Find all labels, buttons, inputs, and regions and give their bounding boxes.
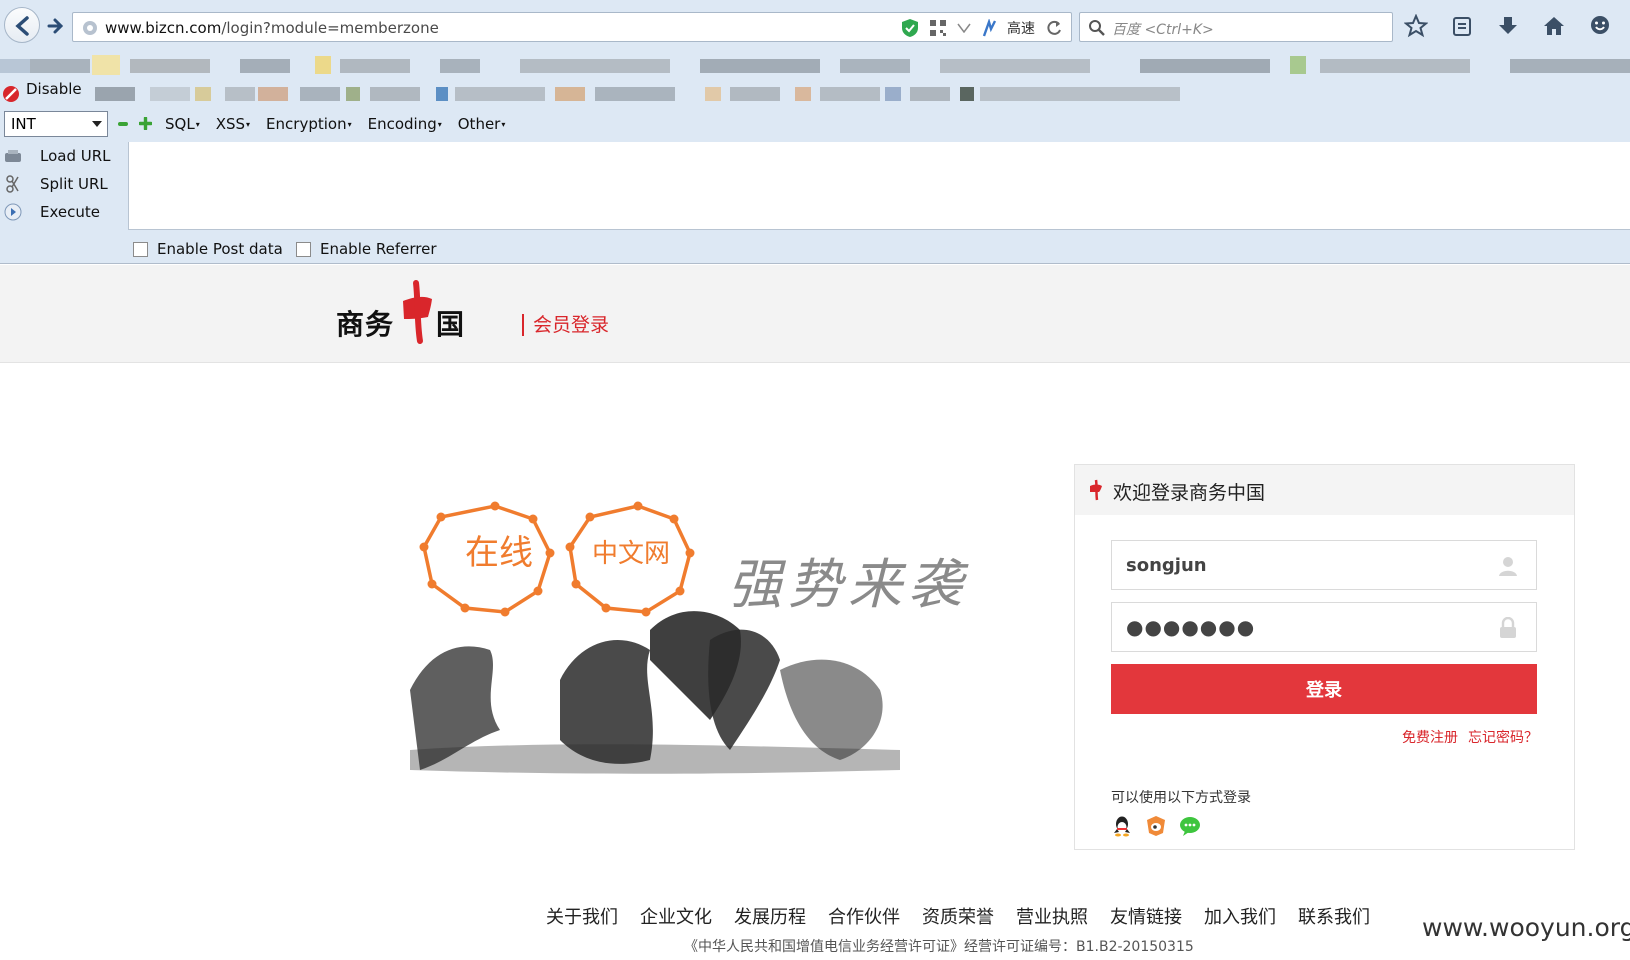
footer-link[interactable]: 联系我们: [1298, 903, 1370, 929]
star-icon: [1404, 14, 1428, 38]
decrease-icon[interactable]: [118, 122, 128, 126]
execute-icon: [4, 203, 22, 221]
section-title: 会员登录: [522, 314, 609, 336]
user-icon: [1499, 557, 1517, 576]
chevron-down-icon: [92, 121, 102, 127]
wechat-icon[interactable]: [1179, 815, 1201, 837]
footer-link[interactable]: 企业文化: [640, 903, 712, 929]
hero-slogan: 强势来袭: [728, 553, 968, 616]
reload-icon[interactable]: [1045, 19, 1063, 37]
speed-icon: [982, 19, 997, 37]
username-value: songjun: [1126, 555, 1207, 576]
disable-icon: [3, 86, 19, 102]
hackbar-url-textarea[interactable]: [128, 142, 1630, 230]
globe-icon: [83, 21, 97, 35]
bookmark-star-button[interactable]: [1402, 12, 1430, 40]
qr-code-icon[interactable]: [929, 19, 947, 37]
register-link[interactable]: 免费注册: [1402, 727, 1458, 747]
url-text[interactable]: www.bizcn.com/login?module=memberzone: [105, 19, 439, 37]
menu-encryption[interactable]: Encryption▾: [266, 115, 352, 133]
menu-encoding[interactable]: Encoding▾: [368, 115, 442, 133]
badge2-text: 中文网: [592, 539, 670, 569]
footer-link[interactable]: 加入我们: [1204, 903, 1276, 929]
password-value: ●●●●●●●: [1126, 615, 1256, 639]
search-bar[interactable]: 百度 <Ctrl+K>: [1079, 12, 1393, 42]
menu-other[interactable]: Other▾: [458, 115, 506, 133]
footer-link[interactable]: 友情链接: [1110, 903, 1182, 929]
chat-button[interactable]: [1586, 12, 1614, 40]
load-url-icon: [5, 150, 21, 162]
hero-banner: 在线 中文网 强势来袭: [410, 500, 980, 800]
footer-link[interactable]: 发展历程: [734, 903, 806, 929]
address-bar[interactable]: www.bizcn.com/login?module=memberzone 高速: [72, 12, 1072, 42]
footer-links: 关于我们 企业文化 发展历程 合作伙伴 资质荣誉 营业执照 友情链接 加入我们 …: [546, 903, 1370, 929]
license-text: 《中华人民共和国增值电信业务经营许可证》经营许可证编号：B1.B2-201503…: [684, 939, 1194, 955]
enable-referrer-checkbox[interactable]: Enable Referrer: [296, 240, 436, 258]
hackbar-type-select[interactable]: INT: [4, 111, 108, 137]
site-header: 商务 国 会员登录: [0, 265, 1630, 363]
login-panel: 欢迎登录商务中国 songjun ●●●●●●● 登录 免费注册 忘记密码？ 可…: [1074, 464, 1575, 850]
search-placeholder: 百度 <Ctrl+K>: [1112, 22, 1214, 38]
hackbar-options: Enable Post data Enable Referrer: [0, 232, 1630, 264]
shield-icon[interactable]: [901, 18, 919, 38]
browser-nav-bar: www.bizcn.com/login?module=memberzone 高速…: [0, 0, 1630, 52]
qq-icon[interactable]: [1111, 815, 1133, 837]
checkbox-box[interactable]: [133, 241, 148, 257]
logo-mark-icon: [1090, 479, 1102, 501]
lock-icon: [1500, 617, 1516, 638]
watermark: www.wooyun.org: [1422, 913, 1630, 942]
footer-link[interactable]: 营业执照: [1016, 903, 1088, 929]
login-title: 欢迎登录商务中国: [1113, 482, 1266, 504]
download-icon: [1499, 17, 1517, 34]
menu-xss[interactable]: XSS▾: [216, 115, 250, 133]
home-icon: [1544, 17, 1564, 35]
footer-link[interactable]: 关于我们: [546, 903, 618, 929]
back-arrow-icon: [15, 16, 29, 36]
clipboard-icon: [1453, 17, 1471, 36]
dropdown-icon[interactable]: [957, 23, 971, 33]
badge1-text: 在线: [465, 533, 533, 573]
speed-label[interactable]: 高速: [1007, 18, 1035, 38]
increase-icon[interactable]: [139, 117, 152, 130]
forward-button[interactable]: [44, 15, 66, 37]
password-field[interactable]: ●●●●●●●: [1111, 602, 1537, 652]
checkbox-box[interactable]: [296, 241, 311, 257]
search-icon: [1089, 20, 1105, 36]
load-url-button[interactable]: Load URL: [0, 142, 128, 170]
back-button[interactable]: [4, 7, 40, 43]
execute-button[interactable]: Execute: [0, 198, 128, 226]
ink-horses: [410, 611, 900, 774]
enable-post-data-checkbox[interactable]: Enable Post data: [133, 240, 283, 258]
bookmarks-toolbar-2: Disable: [0, 80, 1630, 106]
reading-list-button[interactable]: [1448, 12, 1476, 40]
username-field[interactable]: songjun: [1111, 540, 1537, 590]
site-logo[interactable]: 商务 国: [336, 277, 466, 345]
bookmarks-toolbar: [0, 52, 1630, 80]
downloads-button[interactable]: [1494, 12, 1522, 40]
bookmark-disable-label[interactable]: Disable: [26, 80, 82, 98]
hackbar-panel: Load URL Split URL Execute: [0, 142, 1630, 232]
split-url-button[interactable]: Split URL: [0, 170, 128, 198]
logo-zhong-mark: [403, 280, 432, 344]
login-header: 欢迎登录商务中国: [1075, 465, 1574, 515]
forgot-password-link[interactable]: 忘记密码？: [1468, 727, 1538, 747]
menu-sql[interactable]: SQL▾: [165, 115, 200, 133]
forward-arrow-icon: [47, 18, 64, 34]
weibo-icon[interactable]: [1145, 815, 1167, 837]
footer-link[interactable]: 合作伙伴: [828, 903, 900, 929]
hackbar-toolbar: INT SQL▾ XSS▾ Encryption▾ Encoding▾ Othe…: [0, 106, 1630, 142]
split-url-icon: [6, 175, 19, 193]
chat-icon: [1591, 16, 1609, 34]
hackbar-type-value: INT: [11, 115, 36, 133]
alt-login-label: 可以使用以下方式登录: [1111, 790, 1251, 806]
login-submit-button[interactable]: 登录: [1111, 664, 1537, 714]
footer-link[interactable]: 资质荣誉: [922, 903, 994, 929]
home-button[interactable]: [1540, 12, 1568, 40]
